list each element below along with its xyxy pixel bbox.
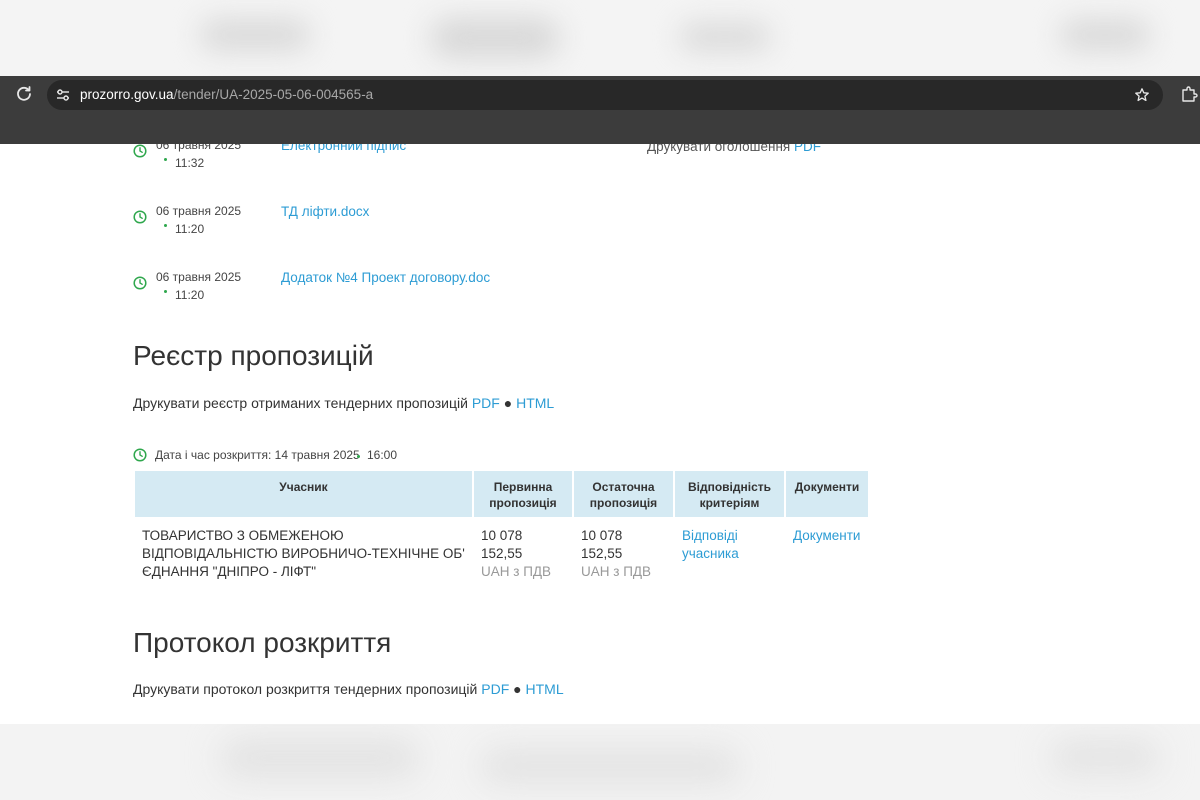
table-header-row: Учасник Первинна пропозиція Остаточна пр… [135, 471, 868, 517]
reload-icon[interactable] [14, 84, 34, 104]
table-row: ТОВАРИСТВО З ОБМЕЖЕНОЮ ВІДПОВІДАЛЬНІСТЮ … [135, 517, 868, 581]
clock-icon [133, 276, 147, 290]
document-time: 11:20 [175, 288, 205, 302]
extensions-icon[interactable] [1180, 85, 1198, 103]
print-opening-protocol-label: Друкувати протокол розкриття тендерних п… [133, 681, 478, 697]
url-host: prozorro.gov.ua [80, 87, 174, 102]
participant-documents-link[interactable]: Документи [793, 528, 860, 543]
opening-time: 16:00 [367, 448, 398, 462]
blurred-background-top [0, 0, 1200, 76]
separator-dot: ● [503, 395, 513, 411]
bullet-dot [164, 158, 167, 161]
browser-toolbar: prozorro.gov.ua/tender/UA-2025-05-06-004… [0, 76, 1200, 144]
print-opening-protocol: Друкувати протокол розкриття тендерних п… [133, 681, 564, 697]
bullet-dot [164, 224, 167, 227]
column-header-documents: Документи [786, 471, 868, 517]
column-header-final-bid: Остаточна пропозиція [574, 471, 673, 517]
final-bid-currency: UAH з ПДВ [581, 564, 652, 579]
site-settings-icon[interactable] [55, 87, 71, 103]
initial-bid-cell: 10 078 152,55 UAH з ПДВ [474, 517, 572, 581]
document-link[interactable]: Додаток №4 Проект договору.doc [281, 270, 490, 285]
address-bar[interactable]: prozorro.gov.ua/tender/UA-2025-05-06-004… [47, 80, 1163, 110]
document-date: 06 травня 2025 [156, 144, 242, 152]
participant-answers-link[interactable]: Відповіді учасника [682, 528, 739, 561]
print-announcement: Друкувати оголошення PDF [647, 144, 821, 154]
clock-icon [133, 210, 147, 224]
opening-protocol-title: Протокол розкриття [133, 627, 392, 658]
opening-date: Дата і час розкриття: 14 травня 2025 16:… [133, 447, 533, 463]
print-bids-register-label: Друкувати реєстр отриманих тендерних про… [133, 395, 468, 411]
print-announcement-label: Друкувати оголошення [647, 144, 791, 154]
initial-bid-amount: 10 078 152,55 [481, 528, 523, 561]
bids-register-pdf-link[interactable]: PDF [472, 395, 500, 411]
bookmark-star-icon[interactable] [1134, 87, 1150, 103]
url-text[interactable]: prozorro.gov.ua/tender/UA-2025-05-06-004… [80, 87, 373, 103]
document-link[interactable]: ТД ліфти.docx [281, 204, 369, 219]
participant-name: ТОВАРИСТВО З ОБМЕЖЕНОЮ ВІДПОВІДАЛЬНІСТЮ … [142, 528, 465, 579]
print-bids-register: Друкувати реєстр отриманих тендерних про… [133, 395, 554, 411]
document-row: 06 травня 2025 11:20 Додаток №4 Проект д… [133, 270, 833, 310]
bids-table: Учасник Первинна пропозиція Остаточна пр… [133, 471, 870, 581]
clock-icon [133, 448, 147, 462]
bids-register-html-link[interactable]: HTML [516, 395, 554, 411]
documents-cell: Документи [786, 517, 868, 581]
document-link[interactable]: Електронний підпис [281, 144, 406, 153]
initial-bid-currency: UAH з ПДВ [481, 564, 552, 579]
bullet-dot [357, 455, 360, 458]
separator-dot: ● [513, 681, 522, 697]
column-header-participant: Учасник [135, 471, 472, 517]
document-time: 11:32 [175, 156, 205, 170]
document-time: 11:20 [175, 222, 205, 236]
bullet-dot [164, 290, 167, 293]
column-header-criteria: Відповідність критеріям [675, 471, 784, 517]
opening-date-label: Дата і час розкриття: 14 травня 2025 [155, 448, 360, 462]
final-bid-cell: 10 078 152,55 UAH з ПДВ [574, 517, 673, 581]
blurred-background-bottom [0, 724, 1200, 800]
opening-protocol-html-link[interactable]: HTML [526, 681, 564, 697]
bids-register-title: Реєстр пропозицій [133, 340, 374, 371]
url-path: /tender/UA-2025-05-06-004565-a [173, 87, 374, 102]
final-bid-amount: 10 078 152,55 [581, 528, 623, 561]
print-announcement-pdf-link[interactable]: PDF [794, 144, 821, 154]
document-date: 06 травня 2025 [156, 270, 242, 284]
page-content: 06 травня 2025 11:32 Електронний підпис … [0, 144, 1200, 724]
column-header-initial-bid: Первинна пропозиція [474, 471, 572, 517]
document-date: 06 травня 2025 [156, 204, 242, 218]
clock-icon [133, 144, 147, 158]
opening-protocol-pdf-link[interactable]: PDF [481, 681, 509, 697]
criteria-cell: Відповіді учасника [675, 517, 784, 581]
document-row: 06 травня 2025 11:20 ТД ліфти.docx [133, 204, 833, 244]
